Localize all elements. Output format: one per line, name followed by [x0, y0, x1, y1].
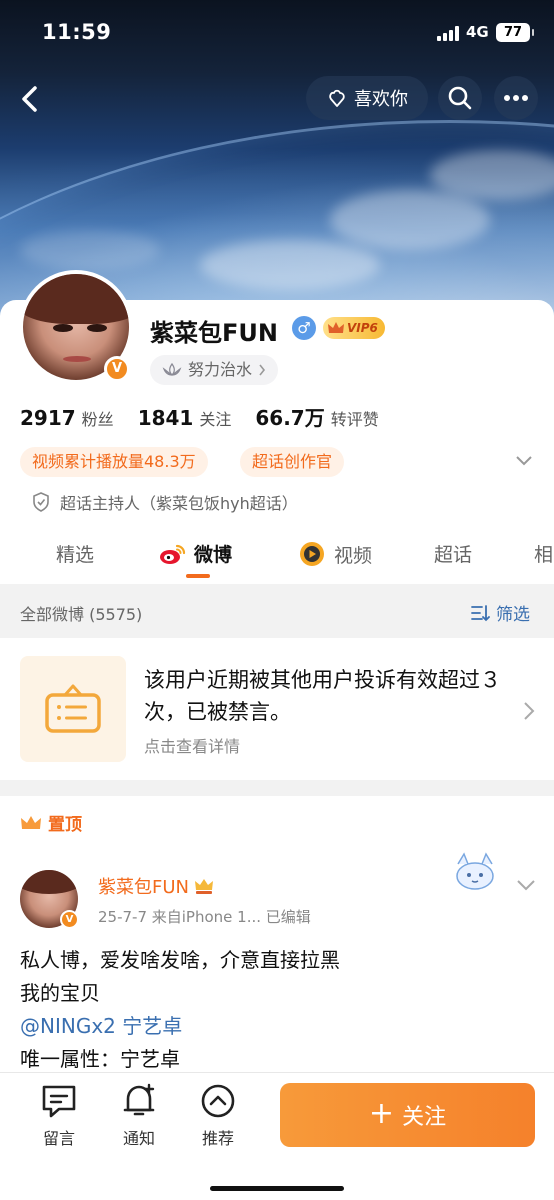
back-button[interactable]	[12, 78, 52, 118]
crown-badge-icon	[195, 879, 213, 894]
engagement-label: 转评赞	[330, 410, 379, 429]
comment-button[interactable]: 留言	[29, 1083, 89, 1149]
supertopic-host-label: 超话主持人（紫菜包饭hyh超话）	[60, 494, 298, 513]
more-button[interactable]	[494, 76, 538, 120]
tab-weibo[interactable]: 微博	[158, 540, 232, 567]
follow-button[interactable]: + 关注	[280, 1083, 535, 1147]
following-label[interactable]: 关注	[199, 406, 231, 430]
verified-badge-icon: V	[104, 356, 130, 382]
filter-label: 筛选	[496, 605, 530, 625]
post-meta: 25-7-7 来自iPhone 1... 已编辑	[98, 908, 311, 926]
like-you-label: 喜欢你	[354, 89, 408, 110]
signboard-icon	[45, 684, 101, 733]
cartoon-sticker-icon	[456, 852, 494, 890]
pinned-post[interactable]: 置顶 V 紫菜包FUN 25-7-7 来自iPhone 1... 已编辑 私人博…	[0, 796, 554, 1086]
profile-stats: 2917 粉丝 1841 关注 66.7万 转评赞	[20, 402, 403, 431]
tab-album[interactable]: 相	[534, 540, 553, 567]
post-body: 私人博，爱发啥发啥，介意直接拉黑 我的宝贝 @NINGx2 宁艺卓 唯一属性：宁…	[20, 944, 340, 1076]
filter-button[interactable]: 筛选	[470, 600, 530, 625]
like-you-button[interactable]: 喜欢你	[306, 76, 428, 120]
tab-video-label: 视频	[334, 544, 373, 567]
cloud-shape	[330, 190, 490, 250]
vip-level-label: VIP6	[347, 321, 378, 335]
crown-icon	[328, 322, 344, 333]
following-count[interactable]: 1841	[138, 406, 194, 430]
signal-icon	[437, 26, 461, 41]
profile-tabs: 精选 微博 视频 超话 相	[0, 520, 554, 584]
notice-subtitle: 点击查看详情	[144, 737, 241, 756]
weibo-logo-icon	[160, 544, 186, 564]
more-icon	[504, 95, 528, 101]
chevron-down-icon[interactable]	[515, 878, 537, 892]
chevron-right-icon	[259, 364, 266, 376]
chevron-down-icon[interactable]	[514, 453, 534, 469]
profile-tag-label: 努力治水	[188, 360, 253, 379]
shield-icon	[33, 492, 49, 512]
notice-icon-box	[20, 656, 126, 762]
tab-featured[interactable]: 精选	[56, 540, 94, 567]
home-indicator	[210, 1186, 344, 1191]
tab-supertopic[interactable]: 超话	[434, 540, 472, 567]
battery-icon: 77	[496, 23, 534, 42]
cloud-shape	[200, 240, 380, 290]
crown-icon	[21, 815, 41, 829]
post-mention-link[interactable]: @NINGx2 宁艺卓	[20, 1010, 340, 1043]
comment-label: 留言	[42, 1129, 75, 1148]
tab-video[interactable]: 视频	[298, 540, 372, 568]
cloud-shape	[20, 230, 160, 270]
post-line: 私人博，爱发啥发啥，介意直接拉黑	[20, 948, 340, 972]
follow-label: 关注	[402, 1105, 447, 1130]
bell-icon	[123, 1083, 155, 1116]
recommend-button[interactable]: 推荐	[188, 1083, 248, 1149]
lotus-icon	[162, 362, 182, 376]
supertopic-host-line[interactable]: 超话主持人（紫菜包饭hyh超话）	[32, 490, 298, 514]
search-button[interactable]	[438, 76, 482, 120]
notice-title: 该用户近期被其他用户投诉有效超过３次，已被禁言。	[144, 668, 501, 724]
male-gender-icon: ♂	[292, 316, 316, 340]
tab-album-label: 相	[534, 544, 554, 566]
network-label: 4G	[466, 23, 489, 41]
pinned-text: 置顶	[48, 815, 82, 835]
chevron-up-circle-icon	[201, 1084, 235, 1118]
supertopic-creator-chip[interactable]: 超话创作官	[240, 447, 345, 477]
post-author-name[interactable]: 紫菜包FUN	[98, 873, 215, 899]
active-tab-indicator	[186, 574, 210, 578]
tab-supertopic-label: 超话	[434, 544, 473, 566]
post-author-label: 紫菜包FUN	[98, 877, 189, 898]
bottom-action-bar: 留言 通知 推荐 + 关注	[0, 1072, 554, 1200]
filter-icon	[471, 604, 490, 621]
tab-weibo-label: 微博	[194, 544, 233, 566]
post-line: 我的宝贝	[20, 981, 100, 1005]
notify-label: 通知	[122, 1129, 155, 1148]
ban-notice[interactable]: 该用户近期被其他用户投诉有效超过３次，已被禁言。 点击查看详情	[0, 638, 554, 780]
top-nav: 喜欢你	[0, 74, 554, 124]
video-play-icon	[300, 542, 324, 566]
filter-bar: 全部微博 (5575) 筛选	[0, 586, 554, 638]
all-posts-count[interactable]: 全部微博 (5575)	[20, 601, 142, 625]
heart-hand-icon	[329, 89, 345, 107]
recommend-label: 推荐	[201, 1129, 234, 1148]
engagement-count: 66.7万	[255, 406, 325, 430]
search-icon	[448, 86, 472, 110]
video-plays-chip[interactable]: 视频累计播放量48.3万	[20, 447, 208, 477]
followers-count[interactable]: 2917	[20, 406, 76, 430]
tab-featured-label: 精选	[56, 544, 95, 566]
notify-button[interactable]: 通知	[109, 1083, 169, 1149]
status-bar: 11:59 4G 77	[0, 0, 554, 64]
verified-badge-icon: V	[60, 910, 79, 929]
plus-icon: +	[368, 1095, 395, 1131]
comment-icon	[42, 1085, 76, 1118]
vip-badge[interactable]: VIP6	[323, 317, 385, 339]
pinned-label: 置顶	[20, 810, 82, 835]
profile-tag[interactable]: 努力治水	[150, 355, 279, 385]
chevron-right-icon	[524, 702, 535, 720]
followers-label[interactable]: 粉丝	[82, 406, 114, 430]
back-icon	[22, 86, 37, 112]
status-time: 11:59	[42, 20, 112, 44]
username: 紫菜包FUN	[150, 319, 278, 347]
